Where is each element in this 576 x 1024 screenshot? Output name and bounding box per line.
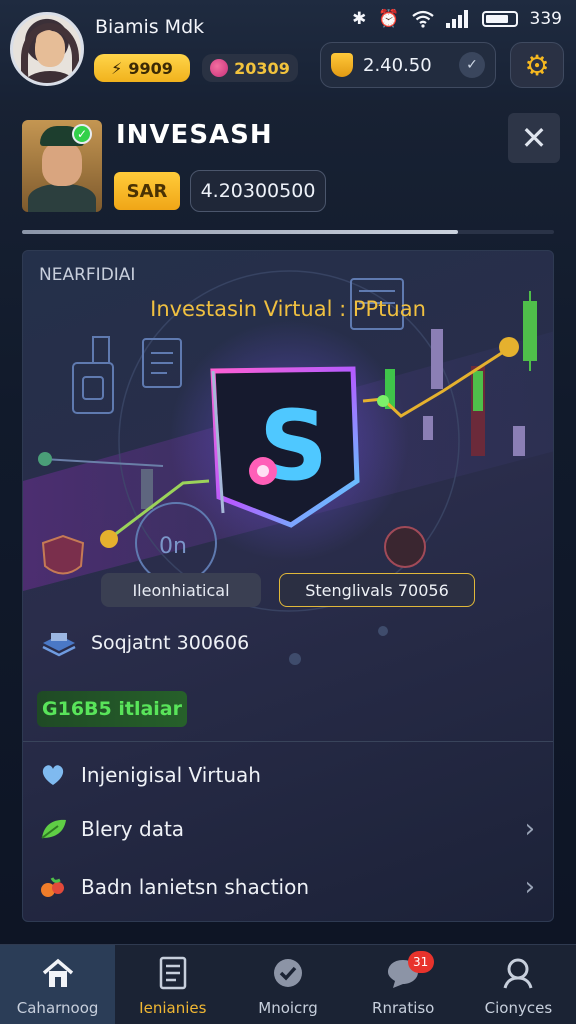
balance-panel[interactable]: 2.40.50 ✓ xyxy=(320,42,496,88)
profile-icon xyxy=(498,955,538,991)
shield-icon xyxy=(331,53,353,77)
home-icon xyxy=(38,955,78,991)
amount-display: 4.20300500 xyxy=(190,170,326,212)
currency-tag[interactable]: SAR xyxy=(114,172,180,210)
gem-icon xyxy=(210,59,229,77)
notification-badge: 31 xyxy=(407,951,434,973)
nav-item-chat[interactable]: 31 Rnratiso xyxy=(346,945,461,1024)
nav-item-monitoring[interactable]: Mnoicrg xyxy=(230,945,345,1024)
close-icon: ✕ xyxy=(520,119,548,157)
menu-row-action[interactable]: Badn lanietsn shaction › xyxy=(23,859,553,915)
username: Biamis Mdk xyxy=(95,16,205,38)
close-button[interactable]: ✕ xyxy=(508,113,560,163)
trend-point xyxy=(100,530,118,548)
hero-title: Investasin Virtual : PPtuan xyxy=(150,297,426,321)
profile-title: INVESASH xyxy=(116,120,273,150)
divider xyxy=(23,741,553,742)
nav-item-documents[interactable]: Ienianies xyxy=(115,945,230,1024)
nav-label: Ienianies xyxy=(139,999,207,1017)
card-label: NEARFIDIAI xyxy=(39,265,136,285)
bluetooth-icon: ✱ xyxy=(352,9,367,29)
verified-badge-icon: ✓ xyxy=(72,124,92,144)
progress-fill xyxy=(22,230,459,234)
top-bar: Biamis Mdk ✱ ⏰ 339 ⚡ 9909 20309 2.40.50 … xyxy=(0,0,576,100)
tag-button-left[interactable]: Ileonhiatical xyxy=(101,573,261,607)
signal-icon xyxy=(445,10,468,28)
menu-row-data[interactable]: Blery data › xyxy=(23,801,553,857)
settings-button[interactable]: ⚙ xyxy=(510,42,564,88)
user-avatar[interactable] xyxy=(10,12,84,86)
lightning-icon: ⚡ xyxy=(111,58,123,78)
bottom-nav: Caharnoog Ienianies Mnoicrg 31 Rnratiso … xyxy=(0,944,576,1024)
menu-row-virtual[interactable]: Injenigisal Virtuah xyxy=(23,747,553,803)
dn-glyph-icon: 0n xyxy=(159,534,187,559)
alarm-icon: ⏰ xyxy=(378,9,400,29)
gold-currency-pill[interactable]: ⚡ 9909 xyxy=(94,54,190,82)
menu-row-label: Badn lanietsn shaction xyxy=(81,875,310,899)
svg-text:S: S xyxy=(259,390,328,502)
nav-item-profile[interactable]: Cionyces xyxy=(461,945,576,1024)
heart-icon xyxy=(37,761,69,789)
status-bar: ✱ ⏰ 339 xyxy=(352,6,562,32)
nav-label: Cionyces xyxy=(484,999,553,1017)
check-circle-icon xyxy=(268,955,308,991)
wifi-icon xyxy=(411,10,434,28)
tag-button-right[interactable]: Stenglivals 70056 xyxy=(279,573,475,607)
battery-icon xyxy=(481,11,518,27)
chevron-right-icon: › xyxy=(524,872,535,902)
menu-row-label: Injenigisal Virtuah xyxy=(81,763,261,787)
nav-item-home[interactable]: Caharnoog xyxy=(0,945,116,1024)
gem-currency-value: 20309 xyxy=(234,58,290,78)
status-time: 339 xyxy=(529,9,562,29)
investor-avatar[interactable]: ✓ xyxy=(22,120,102,212)
chevron-right-icon: › xyxy=(524,814,535,844)
nav-label: Mnoicrg xyxy=(258,999,318,1017)
investment-card: 0n S NEARFIDIAI Investasin Virtual : PPt… xyxy=(22,250,554,922)
trend-point xyxy=(377,395,389,407)
quest-info: Soqjatnt 300606 xyxy=(39,627,249,659)
nav-label: Caharnoog xyxy=(16,999,99,1017)
shield-badge-icon xyxy=(41,534,85,575)
gold-currency-value: 9909 xyxy=(128,58,173,78)
fruit-icon xyxy=(37,873,69,901)
hashtag-badge-icon xyxy=(384,526,426,568)
menu-row-label: Blery data xyxy=(81,817,185,841)
document-icon xyxy=(153,955,193,991)
app-screen: Biamis Mdk ✱ ⏰ 339 ⚡ 9909 20309 2.40.50 … xyxy=(0,0,576,1024)
quest-text: Soqjatnt 300606 xyxy=(91,632,250,654)
hero-illustration: 0n S xyxy=(23,270,553,665)
green-status-pill[interactable]: G16B5 itlaiar xyxy=(37,691,187,727)
progress-bar xyxy=(22,230,554,234)
stack-icon xyxy=(42,633,76,657)
gear-icon: ⚙ xyxy=(524,48,550,82)
nav-label: Rnratiso xyxy=(372,999,435,1017)
check-icon[interactable]: ✓ xyxy=(459,52,485,78)
gem-currency-pill[interactable]: 20309 xyxy=(202,54,298,82)
trend-point xyxy=(499,337,519,357)
balance-value: 2.40.50 xyxy=(363,54,432,76)
leaf-icon xyxy=(37,815,69,843)
